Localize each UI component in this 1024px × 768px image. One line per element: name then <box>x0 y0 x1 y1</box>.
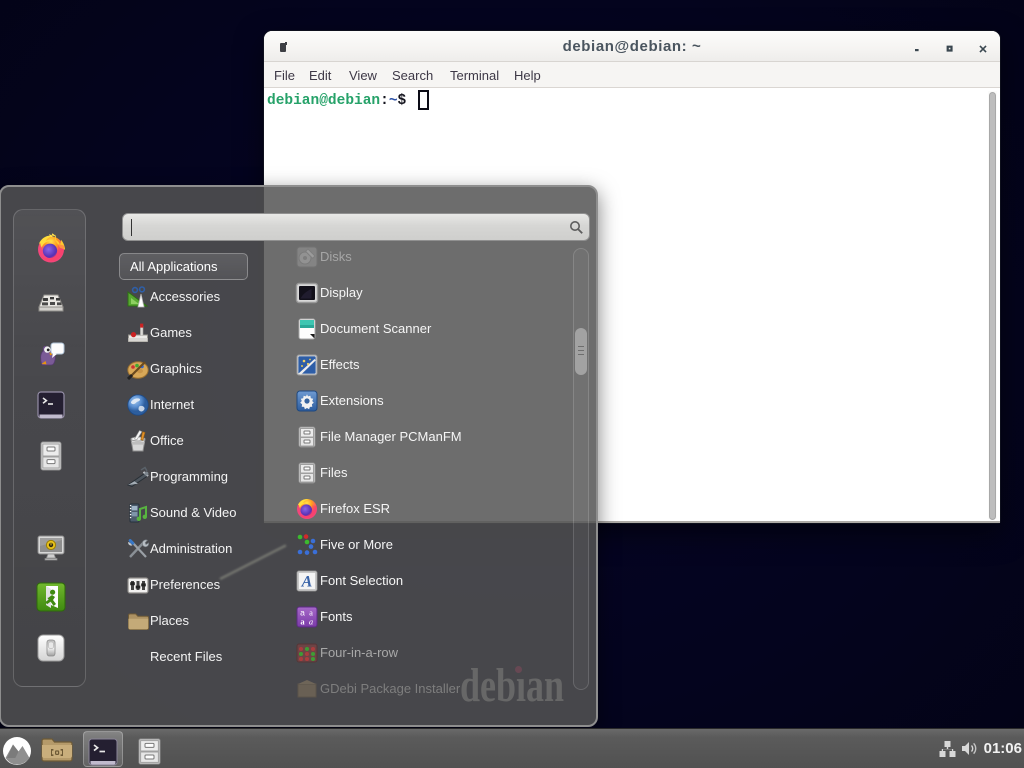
svg-text:a: a <box>309 617 313 627</box>
svg-text:A: A <box>301 574 313 591</box>
